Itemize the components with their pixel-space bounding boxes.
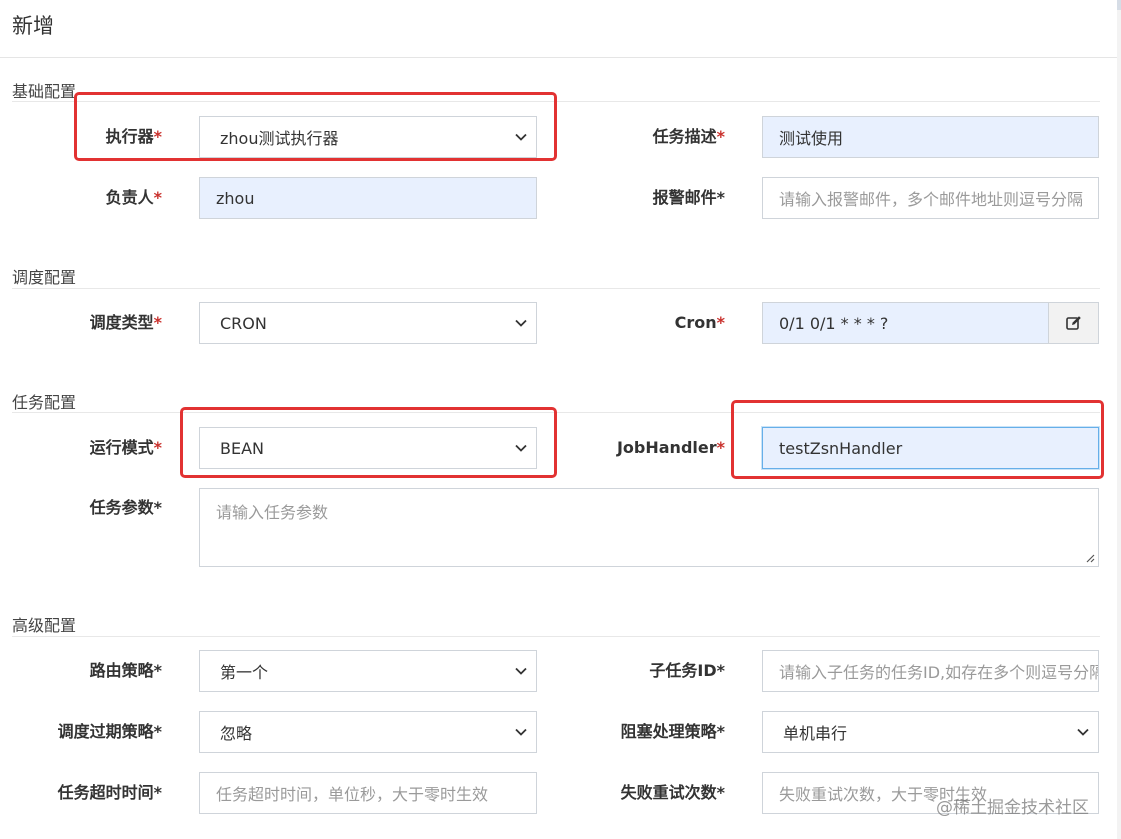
block-strategy-label: 阻塞处理策略* bbox=[620, 722, 725, 741]
edit-icon bbox=[1065, 316, 1081, 330]
scrollbar-track[interactable] bbox=[1117, 0, 1121, 839]
scrollbar-thumb[interactable] bbox=[1117, 0, 1121, 10]
block-strategy-value: 单机串行 bbox=[783, 724, 848, 743]
child-job-id-input[interactable]: 请输入子任务的任务ID,如存在多个则逗号分隔 bbox=[762, 650, 1099, 692]
highlight-box-run-mode bbox=[180, 407, 557, 478]
task-desc-label: 任务描述* bbox=[652, 127, 725, 146]
misfire-strategy-value: 忽略 bbox=[220, 724, 253, 743]
cron-label: Cron* bbox=[674, 313, 725, 332]
resize-grip-icon[interactable] bbox=[1085, 553, 1095, 563]
owner-input[interactable]: zhou bbox=[199, 177, 537, 219]
schedule-type-select[interactable]: CRON bbox=[199, 302, 537, 344]
child-job-id-label: 子任务ID* bbox=[649, 661, 725, 680]
route-strategy-label: 路由策略* bbox=[89, 661, 162, 680]
job-handler-label: JobHandler* bbox=[616, 438, 725, 457]
misfire-strategy-label: 调度过期策略* bbox=[57, 722, 162, 741]
schedule-type-label: 调度类型* bbox=[89, 313, 162, 332]
route-strategy-select[interactable]: 第一个 bbox=[199, 650, 537, 692]
title-divider bbox=[0, 57, 1117, 58]
task-desc-input[interactable]: 测试使用 bbox=[762, 116, 1099, 158]
cron-input[interactable]: 0/1 0/1 * * * ? bbox=[762, 302, 1049, 344]
timeout-label: 任务超时时间* bbox=[57, 783, 162, 802]
section-advanced-divider bbox=[12, 636, 1100, 637]
section-basic: 基础配置 bbox=[12, 82, 77, 101]
chevron-down-icon bbox=[1077, 728, 1089, 736]
schedule-type-value: CRON bbox=[220, 313, 267, 333]
modal-title: 新增 bbox=[12, 14, 54, 38]
block-strategy-select[interactable]: 单机串行 bbox=[762, 711, 1099, 753]
timeout-input[interactable]: 任务超时时间，单位秒，大于零时生效 bbox=[199, 772, 537, 814]
highlight-box-job-handler bbox=[731, 400, 1104, 479]
section-task: 任务配置 bbox=[12, 393, 77, 412]
chevron-down-icon bbox=[515, 667, 527, 675]
fail-retry-label: 失败重试次数* bbox=[620, 783, 725, 802]
run-mode-label: 运行模式* bbox=[89, 438, 162, 457]
chevron-down-icon bbox=[515, 728, 527, 736]
route-strategy-value: 第一个 bbox=[220, 663, 269, 682]
section-advanced: 高级配置 bbox=[12, 616, 77, 635]
task-param-textarea[interactable]: 请输入任务参数 bbox=[199, 488, 1099, 567]
section-schedule: 调度配置 bbox=[12, 268, 77, 287]
section-schedule-divider bbox=[12, 288, 1100, 289]
alarm-email-label: 报警邮件* bbox=[652, 188, 725, 207]
task-param-placeholder: 请输入任务参数 bbox=[216, 503, 329, 522]
misfire-strategy-select[interactable]: 忽略 bbox=[199, 711, 537, 753]
watermark: @稀土掘金技术社区 bbox=[936, 798, 1089, 818]
cron-edit-button[interactable] bbox=[1049, 302, 1099, 344]
task-param-label: 任务参数* bbox=[89, 498, 162, 517]
owner-label: 负责人* bbox=[105, 188, 162, 207]
highlight-box-executor bbox=[74, 92, 557, 161]
chevron-down-icon bbox=[515, 319, 527, 327]
alarm-email-input[interactable]: 请输入报警邮件，多个邮件地址则逗号分隔 bbox=[762, 177, 1099, 219]
